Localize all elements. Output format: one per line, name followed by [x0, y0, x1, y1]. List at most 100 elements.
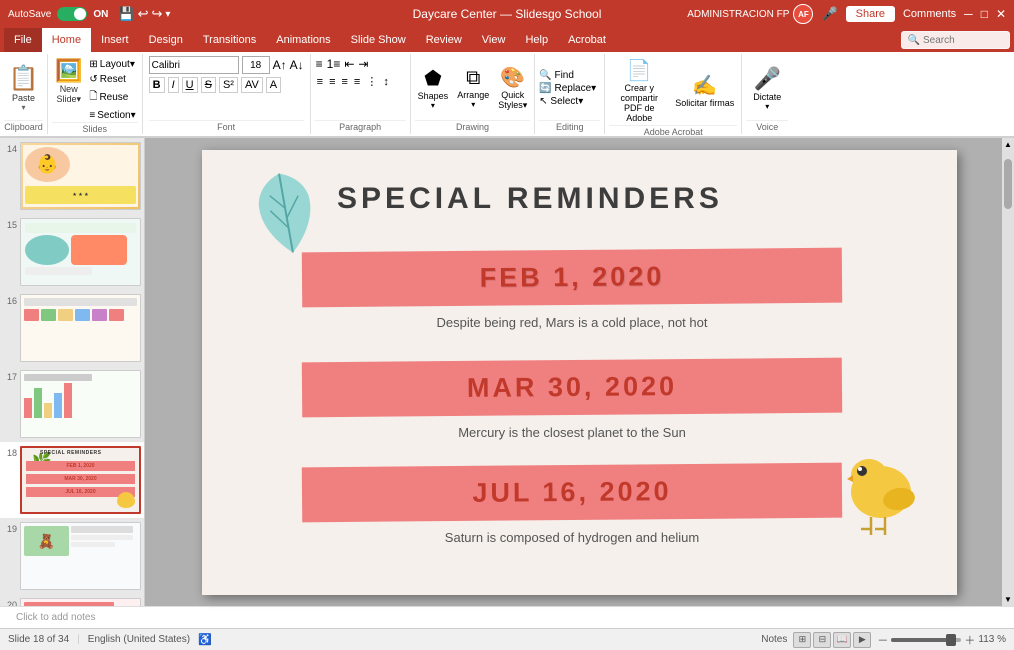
- tab-view[interactable]: View: [472, 28, 516, 52]
- text-shadow-button[interactable]: S²: [219, 77, 238, 93]
- tab-review[interactable]: Review: [416, 28, 472, 52]
- tab-acrobat[interactable]: Acrobat: [558, 28, 616, 52]
- tab-help[interactable]: Help: [515, 28, 558, 52]
- autosave-label: AutoSave: [8, 9, 51, 20]
- scroll-down-arrow[interactable]: ▼: [1004, 595, 1012, 604]
- tab-home[interactable]: Home: [42, 28, 91, 52]
- slide-thumb-20: [20, 598, 141, 606]
- canvas-area: SPECIAL REMINDERS FEB 1, 2020 Despite be…: [145, 138, 1014, 606]
- tab-slideshow[interactable]: Slide Show: [341, 28, 416, 52]
- status-bar: Slide 18 of 34 | English (United States)…: [0, 628, 1014, 650]
- slide-item-14[interactable]: 14 👶 ★ ★ ★: [0, 138, 144, 214]
- paragraph-group-label: Paragraph: [315, 120, 406, 132]
- tab-insert[interactable]: Insert: [91, 28, 139, 52]
- ribbon-group-paragraph: ≡ 1≡ ⇤ ⇥ ≡ ≡ ≡ ≡ ⋮ ↕ Paragraph: [311, 54, 411, 134]
- close-button[interactable]: ✕: [996, 7, 1006, 21]
- create-pdf-button[interactable]: 📄 Crear y compartir PDF de Adobe: [609, 56, 669, 125]
- scroll-thumb[interactable]: [1004, 159, 1012, 209]
- slide-number-14: 14: [3, 142, 17, 154]
- align-left-button[interactable]: ≡: [315, 75, 325, 89]
- tab-design[interactable]: Design: [139, 28, 193, 52]
- share-button[interactable]: Share: [846, 6, 895, 22]
- section-button[interactable]: ≡Section▾: [87, 109, 137, 122]
- slide-item-16[interactable]: 16: [0, 290, 144, 366]
- select-button[interactable]: ↖ Select▾: [539, 96, 600, 107]
- font-color-button[interactable]: A: [266, 77, 281, 93]
- voice-group-label: Voice: [746, 120, 788, 132]
- undo-icon[interactable]: ↩: [138, 6, 149, 22]
- click-to-add-notes[interactable]: Click to add notes: [16, 612, 96, 623]
- tab-animations[interactable]: Animations: [266, 28, 340, 52]
- reminder-block-1: FEB 1, 2020 Despite being red, Mars is a…: [302, 250, 842, 334]
- quick-access-toolbar: 💾 ↩ ↪ ▾: [118, 6, 170, 22]
- replace-button[interactable]: 🔄 Replace▾: [539, 83, 600, 94]
- increase-indent-button[interactable]: ⇥: [357, 56, 369, 72]
- columns-button[interactable]: ⋮: [364, 74, 379, 89]
- redo-icon[interactable]: ↪: [151, 6, 162, 22]
- quick-styles-button[interactable]: 🎨 Quick Styles▾: [495, 63, 530, 113]
- slide-canvas: SPECIAL REMINDERS FEB 1, 2020 Despite be…: [202, 150, 957, 595]
- font-name-input[interactable]: [149, 56, 239, 74]
- dictate-button[interactable]: 🎤 Dictate ▾: [749, 64, 785, 113]
- comments-button[interactable]: Comments: [903, 8, 956, 20]
- new-slide-button[interactable]: 🖼️ New Slide▾: [52, 56, 85, 107]
- admin-avatar[interactable]: AF: [793, 4, 813, 24]
- reminder-date-bg-2: MAR 30, 2020: [302, 357, 842, 417]
- shapes-button[interactable]: ⬟ Shapes ▾: [415, 64, 452, 112]
- notes-bar[interactable]: Click to add notes: [0, 606, 1014, 628]
- minimize-button[interactable]: ─: [964, 7, 973, 21]
- search-box[interactable]: 🔍: [901, 31, 1010, 49]
- ribbon-group-clipboard-content: 📋 Paste ▾: [4, 56, 43, 120]
- slide-item-17[interactable]: 17: [0, 366, 144, 442]
- autosave-knob: [74, 8, 86, 20]
- slides-group-label: Slides: [52, 122, 138, 134]
- vertical-scrollbar[interactable]: ▲ ▼: [1002, 138, 1014, 606]
- align-center-button[interactable]: ≡: [327, 75, 337, 89]
- scroll-up-arrow[interactable]: ▲: [1004, 140, 1012, 149]
- line-spacing-button[interactable]: ↕: [381, 75, 391, 89]
- align-right-button[interactable]: ≡: [340, 75, 350, 89]
- solicitar-firmas-button[interactable]: ✍ Solicitar firmas: [672, 71, 737, 110]
- microphone-icon[interactable]: 🎤: [821, 6, 837, 22]
- bullets-button[interactable]: ≡: [315, 56, 324, 72]
- font-shrink-button[interactable]: A↓: [290, 58, 304, 72]
- slide-item-18[interactable]: 18 🌿 SPECIAL REMINDERS FEB 1, 2020 MAR 3…: [0, 442, 144, 518]
- reminder-date-bg-1: FEB 1, 2020: [302, 247, 842, 307]
- font-size-input[interactable]: [242, 56, 270, 74]
- autosave-state: ON: [93, 9, 108, 20]
- search-icon: 🔍: [908, 35, 920, 46]
- bold-button[interactable]: B: [149, 77, 165, 93]
- reminder-block-2: MAR 30, 2020 Mercury is the closest plan…: [302, 360, 842, 444]
- reset-button[interactable]: ↺Reset: [87, 73, 137, 86]
- admin-area: ADMINISTRACION FP AF: [687, 4, 813, 24]
- underline-button[interactable]: U: [182, 77, 198, 93]
- slide-item-20[interactable]: 20: [0, 594, 144, 606]
- layout-button[interactable]: ⊞Layout▾: [87, 58, 137, 71]
- customize-icon[interactable]: ▾: [165, 9, 170, 20]
- char-spacing-button[interactable]: AV: [241, 77, 263, 93]
- save-icon[interactable]: 💾: [118, 6, 134, 22]
- italic-button[interactable]: I: [168, 77, 179, 93]
- slide-item-15[interactable]: 15: [0, 214, 144, 290]
- ribbon-group-editing: 🔍 Find 🔄 Replace▾ ↖ Select▾ Editing: [535, 54, 605, 134]
- strikethrough-button[interactable]: S: [201, 77, 216, 93]
- maximize-button[interactable]: □: [981, 7, 988, 21]
- find-button[interactable]: 🔍 Find: [539, 70, 600, 81]
- search-input[interactable]: [923, 35, 1003, 46]
- numbering-button[interactable]: 1≡: [326, 56, 342, 72]
- admin-initials: AF: [798, 10, 809, 19]
- drawing-group-label: Drawing: [415, 120, 531, 132]
- font-grow-button[interactable]: A↑: [273, 58, 287, 72]
- tab-transitions[interactable]: Transitions: [193, 28, 266, 52]
- paste-button[interactable]: 📋 Paste ▾: [5, 62, 43, 114]
- main-area: 14 👶 ★ ★ ★ 15: [0, 138, 1014, 606]
- tab-file[interactable]: File: [4, 28, 42, 52]
- autosave-toggle[interactable]: [57, 7, 87, 21]
- decrease-indent-button[interactable]: ⇤: [343, 56, 355, 72]
- justify-button[interactable]: ≡: [352, 75, 362, 89]
- reminder-date-3: JUL 16, 2020: [472, 476, 671, 508]
- ribbon-tabs: File Home Insert Design Transitions Anim…: [0, 28, 1014, 52]
- reuse-button[interactable]: 🗋Reuse: [87, 88, 137, 107]
- slide-item-19[interactable]: 19 🧸: [0, 518, 144, 594]
- arrange-button[interactable]: ⧉ Arrange ▾: [454, 65, 492, 111]
